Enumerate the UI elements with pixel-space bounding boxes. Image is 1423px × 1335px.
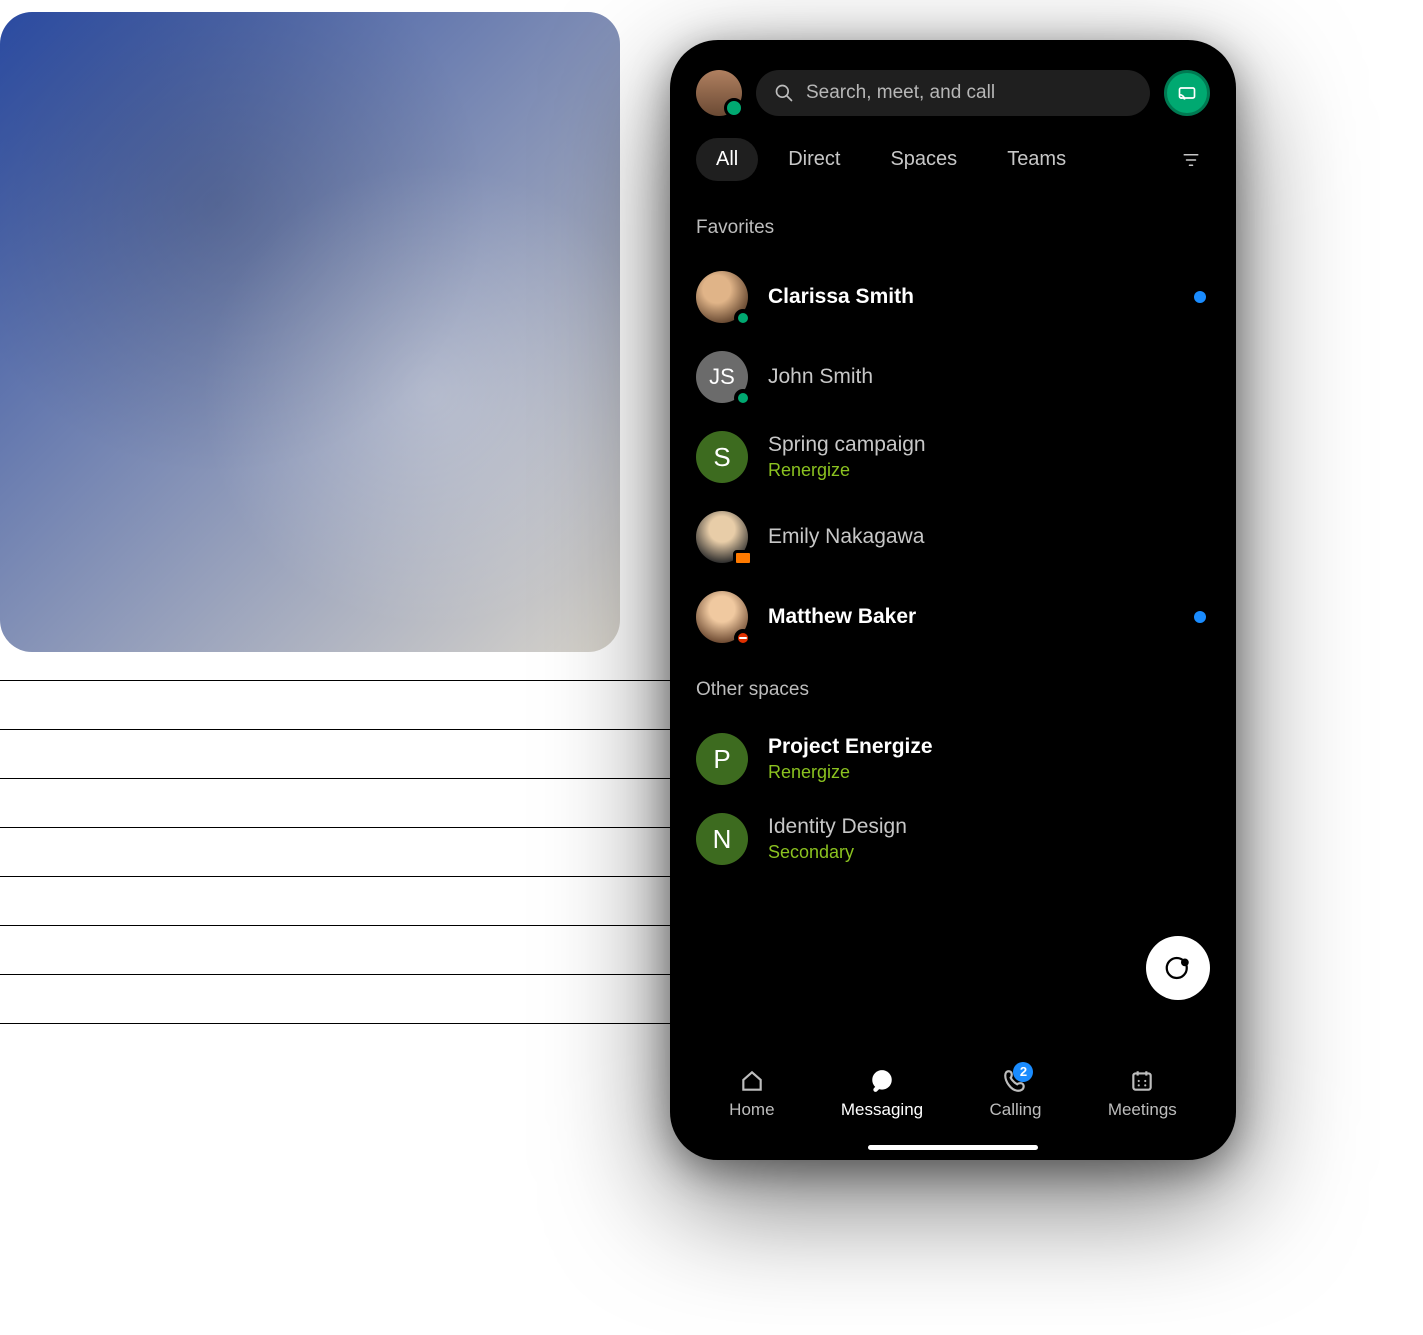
item-name: Emily Nakagawa: [768, 525, 924, 549]
avatar-initials: N: [713, 824, 732, 855]
conversation-list[interactable]: Favorites Clarissa Smith JS John Smith S…: [696, 211, 1210, 1045]
filter-button[interactable]: [1172, 141, 1210, 179]
avatar-initials: S: [713, 442, 730, 473]
nav-meetings[interactable]: Meetings: [1108, 1068, 1177, 1120]
tab-teams[interactable]: Teams: [987, 138, 1086, 181]
nav-label: Meetings: [1108, 1100, 1177, 1120]
avatar-initials: P: [713, 744, 730, 775]
filter-tabs: All Direct Spaces Teams: [696, 138, 1210, 181]
list-item[interactable]: JS John Smith: [696, 337, 1210, 417]
avatar: S: [696, 431, 748, 483]
avatar: [696, 591, 748, 643]
nav-home[interactable]: Home: [729, 1068, 774, 1120]
section-other: Other spaces: [696, 679, 1210, 701]
item-subtitle: Secondary: [768, 842, 907, 863]
calling-badge: 2: [1013, 1062, 1033, 1082]
nav-label: Calling: [989, 1100, 1041, 1120]
presence-dnd-icon: [734, 629, 752, 647]
tab-all[interactable]: All: [696, 138, 758, 181]
item-subtitle: Renergize: [768, 460, 926, 481]
list-item[interactable]: N Identity Design Secondary: [696, 799, 1210, 879]
item-subtitle: Renergize: [768, 762, 933, 783]
compose-icon: [1163, 953, 1193, 983]
nav-calling[interactable]: 2 Calling: [989, 1068, 1041, 1120]
section-favorites: Favorites: [696, 217, 1210, 239]
unread-indicator: [1194, 611, 1206, 623]
item-name: Identity Design: [768, 815, 907, 839]
search-input[interactable]: [806, 82, 1132, 104]
presence-in-meeting-icon: [733, 550, 753, 566]
device-frame: All Direct Spaces Teams Favorites Claris…: [670, 40, 1236, 1160]
list-item[interactable]: Matthew Baker: [696, 577, 1210, 657]
search-icon: [774, 83, 794, 103]
new-message-fab[interactable]: [1146, 936, 1210, 1000]
avatar: [696, 271, 748, 323]
item-name: Matthew Baker: [768, 605, 916, 629]
cast-icon: [1177, 83, 1197, 103]
avatar: P: [696, 733, 748, 785]
list-item[interactable]: Emily Nakagawa: [696, 497, 1210, 577]
tab-spaces[interactable]: Spaces: [870, 138, 977, 181]
item-name: Project Energize: [768, 735, 933, 759]
nav-label: Home: [729, 1100, 774, 1120]
tab-direct[interactable]: Direct: [768, 138, 860, 181]
list-item[interactable]: P Project Energize Renergize: [696, 719, 1210, 799]
connect-device-button[interactable]: [1164, 70, 1210, 116]
avatar-initials: JS: [709, 364, 735, 390]
item-name: Spring campaign: [768, 433, 926, 457]
nav-label: Messaging: [841, 1100, 923, 1120]
item-name: John Smith: [768, 365, 873, 389]
item-name: Clarissa Smith: [768, 285, 914, 309]
search-bar[interactable]: [756, 70, 1150, 116]
list-item[interactable]: Clarissa Smith: [696, 257, 1210, 337]
hero-photo: [0, 12, 620, 652]
calendar-icon: [1129, 1068, 1155, 1094]
chat-icon: [869, 1068, 895, 1094]
nav-messaging[interactable]: Messaging: [841, 1068, 923, 1120]
presence-active-icon: [734, 309, 752, 327]
home-icon: [739, 1068, 765, 1094]
filter-icon: [1181, 151, 1201, 169]
presence-active-icon: [734, 389, 752, 407]
avatar: JS: [696, 351, 748, 403]
avatar-self[interactable]: [696, 70, 742, 116]
list-item[interactable]: S Spring campaign Renergize: [696, 417, 1210, 497]
home-indicator[interactable]: [868, 1145, 1038, 1150]
header-row: [696, 70, 1210, 116]
avatar: N: [696, 813, 748, 865]
unread-indicator: [1194, 291, 1206, 303]
avatar: [696, 511, 748, 563]
bottom-nav: Home Messaging 2 Calling Meetings: [696, 1045, 1210, 1160]
